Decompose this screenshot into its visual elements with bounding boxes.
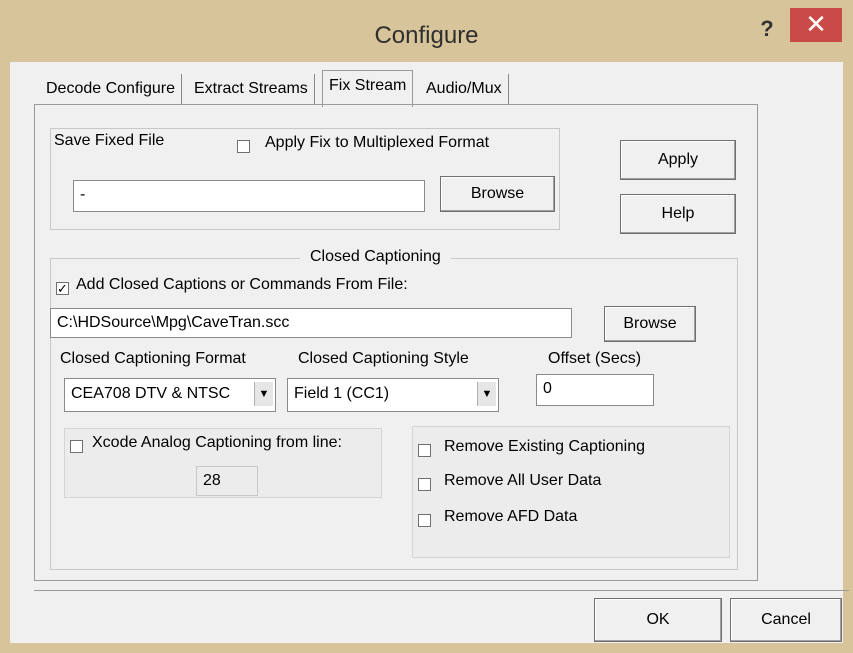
cc-style-value: Field 1 (CC1) <box>294 385 390 402</box>
cc-format-label: Closed Captioning Format <box>60 350 246 367</box>
offset-label: Offset (Secs) <box>548 350 642 367</box>
xcode-label: Xcode Analog Captioning from line: <box>92 434 342 451</box>
remove-all-user-label: Remove All User Data <box>444 472 602 489</box>
add-cc-check-mark: ✓ <box>57 281 68 296</box>
remove-afd-checkbox[interactable] <box>418 514 431 527</box>
cc-file-input[interactable]: C:\HDSource\Mpg\CaveTran.scc <box>50 308 572 338</box>
remove-existing-label: Remove Existing Captioning <box>444 438 645 455</box>
save-fixed-file-label: Save Fixed File <box>54 132 165 149</box>
title-bar: Configure ? ✕ <box>0 0 853 62</box>
add-cc-checkbox[interactable]: ✓ <box>56 282 69 295</box>
cancel-button[interactable]: Cancel <box>730 598 842 642</box>
xcode-checkbox[interactable] <box>70 440 83 453</box>
ok-button[interactable]: OK <box>594 598 722 642</box>
remove-afd-label: Remove AFD Data <box>444 508 578 525</box>
footer-divider <box>34 590 849 591</box>
close-button[interactable]: ✕ <box>790 8 842 42</box>
cc-format-value: CEA708 DTV & NTSC <box>71 385 231 402</box>
closed-captioning-title: Closed Captioning <box>300 248 451 266</box>
cc-style-label: Closed Captioning Style <box>298 350 469 367</box>
tab-audio-mux[interactable]: Audio/Mux <box>420 74 509 104</box>
xcode-line-input[interactable]: 28 <box>196 466 258 496</box>
cc-style-select[interactable]: Field 1 (CC1) ▼ <box>287 378 499 412</box>
fixed-file-input[interactable]: - <box>73 180 425 212</box>
offset-input[interactable]: 0 <box>536 374 654 406</box>
remove-existing-checkbox[interactable] <box>418 444 431 457</box>
help-button[interactable]: Help <box>620 194 736 234</box>
window-title: Configure <box>374 22 479 49</box>
tab-fix-stream[interactable]: Fix Stream <box>322 70 414 107</box>
apply-button[interactable]: Apply <box>620 140 736 180</box>
cc-browse-button[interactable]: Browse <box>604 306 696 342</box>
tab-extract-streams[interactable]: Extract Streams <box>188 74 315 104</box>
chevron-down-icon[interactable]: ▼ <box>477 382 496 406</box>
chevron-down-icon[interactable]: ▼ <box>254 382 273 406</box>
apply-fix-checkbox[interactable] <box>237 140 250 153</box>
apply-fix-label: Apply Fix to Multiplexed Format <box>265 134 490 151</box>
tab-decode-configure[interactable]: Decode Configure <box>40 74 182 104</box>
help-title-button[interactable]: ? <box>752 16 782 46</box>
remove-all-user-checkbox[interactable] <box>418 478 431 491</box>
add-cc-label: Add Closed Captions or Commands From Fil… <box>76 276 408 293</box>
save-browse-button[interactable]: Browse <box>440 176 555 212</box>
cc-format-select[interactable]: CEA708 DTV & NTSC ▼ <box>64 378 276 412</box>
